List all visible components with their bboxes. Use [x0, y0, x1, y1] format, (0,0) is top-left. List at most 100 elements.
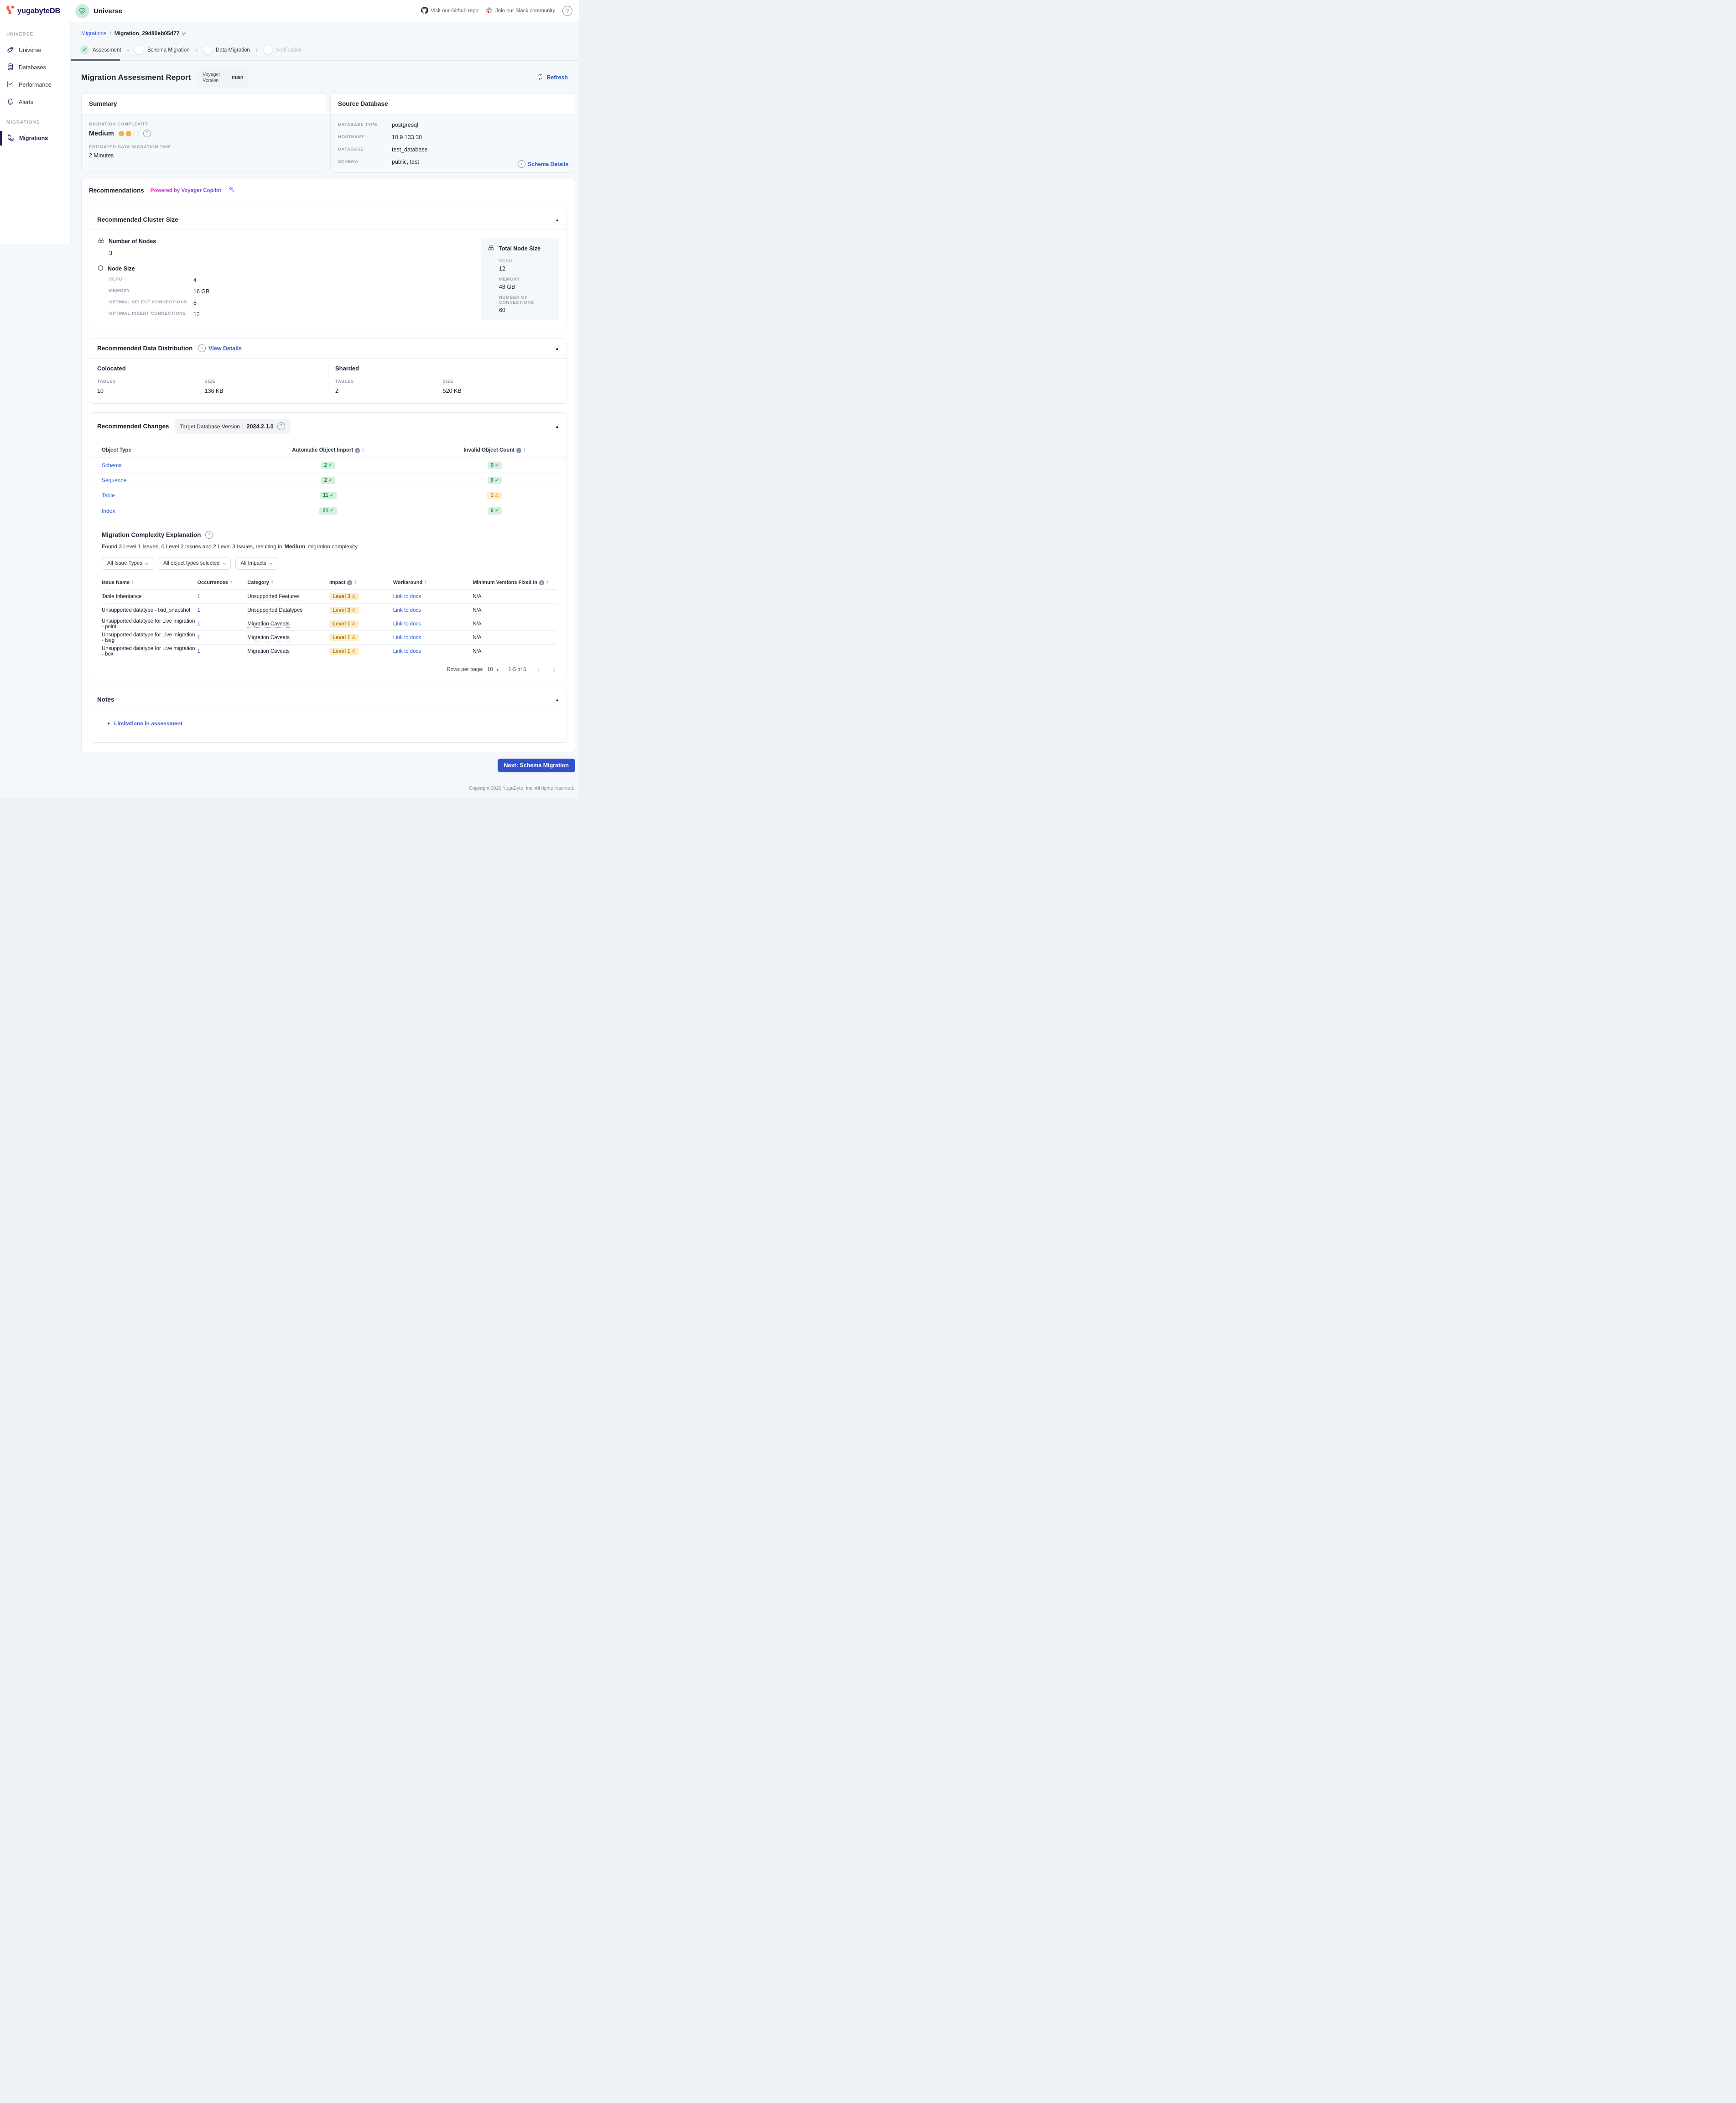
rows-per-page-select[interactable]: 10 ▼ [487, 667, 499, 672]
object-type-link[interactable]: Table [90, 492, 233, 499]
sort-icon[interactable]: ▲▼ [546, 580, 548, 585]
powered-by-voyager-copilot: Powered by Voyager Copilot [151, 188, 221, 193]
workaround-link[interactable]: Link to docs [393, 649, 473, 654]
workaround-link[interactable]: Link to docs [393, 621, 473, 627]
previous-page-icon[interactable]: ‹ [535, 665, 542, 674]
object-type-link[interactable]: Sequence [90, 477, 233, 484]
object-type-link[interactable]: Schema [90, 462, 233, 468]
github-link[interactable]: Visit our Github repo [421, 7, 478, 15]
summary-card: Summary MIGRATION COMPLEXITY Medium ? [81, 93, 326, 173]
sidebar-item-universe[interactable]: Universe [0, 42, 70, 59]
warning-icon: ⚠ [352, 635, 356, 640]
chevron-right-circle-icon: › [518, 160, 525, 168]
object-type-link[interactable]: Index [90, 508, 233, 514]
sidebar-item-migrations[interactable]: Migrations [0, 130, 70, 147]
limitations-link[interactable]: Limitations in assessment [114, 720, 182, 727]
sidebar-item-performance[interactable]: Performance [0, 76, 70, 94]
issue-category[interactable]: Unsupported Datatypes [247, 608, 329, 613]
invalid-count-badge: 0✓ [488, 507, 502, 515]
tables-label: TABLES [97, 379, 205, 384]
complexity-help-icon[interactable]: ? [143, 130, 151, 137]
occurrences-link[interactable]: 1 [198, 649, 248, 654]
page-title: Migration Assessment Report [81, 73, 191, 82]
step-schema-migration[interactable]: Schema Migration [135, 46, 190, 54]
breadcrumb-migrations-link[interactable]: Migrations [81, 30, 106, 36]
step-verification[interactable]: Verification [264, 46, 301, 54]
filter-label: All Issue Types [107, 561, 142, 566]
info-icon[interactable]: i [355, 448, 360, 453]
object-types-filter[interactable]: All object types selected [158, 557, 230, 570]
hostname-label: HOSTNAME [338, 134, 392, 141]
info-icon[interactable]: i [347, 580, 352, 585]
slack-link[interactable]: Join our Slack community [486, 7, 555, 15]
occurrences-link[interactable]: 1 [198, 594, 248, 599]
sort-icon[interactable]: ▲▼ [424, 580, 426, 585]
top-links: Visit our Github repo Join our Slack com… [421, 6, 572, 16]
sort-icon[interactable]: ▲▼ [230, 580, 232, 585]
column-occurrences[interactable]: Occurrences▲▼ [198, 580, 248, 585]
impacts-filter[interactable]: All Impacts [235, 557, 277, 570]
column-issue-name[interactable]: Issue Name▲▼ [102, 580, 198, 585]
column-invalid-object-count[interactable]: Invalid Object Count i ▲▼ [423, 448, 566, 453]
collapse-caret-icon[interactable]: ▲ [555, 346, 559, 351]
sidebar-item-databases[interactable]: Databases [0, 59, 70, 76]
issue-types-filter[interactable]: All Issue Types [102, 557, 153, 570]
sort-icon[interactable]: ▲▼ [271, 580, 273, 585]
target-version-help-icon[interactable]: ? [277, 422, 285, 430]
collapse-caret-icon[interactable]: ▲ [555, 218, 559, 222]
column-min-versions[interactable]: Minimum Versions Fixed Ini▲▼ [473, 580, 557, 585]
min-versions-value: N/A [473, 594, 557, 599]
step-data-migration[interactable]: Data Migration [203, 46, 250, 54]
issue-category[interactable]: Migration Caveats [247, 635, 329, 640]
occurrences-link[interactable]: 1 [198, 635, 248, 640]
table-row: Table 11✓ 1⚠ [90, 488, 566, 503]
refresh-button[interactable]: Refresh [537, 73, 568, 82]
column-automatic-object-import[interactable]: Automatic Object Import i ▲▼ [233, 448, 423, 453]
sort-icon[interactable]: ▲▼ [362, 448, 364, 453]
table-row: Schema 2✓ 0✓ [90, 458, 566, 473]
step-arrow-icon: › [127, 47, 129, 53]
collapse-caret-icon[interactable]: ▲ [555, 424, 559, 429]
pagination-range: 1-5 of 5 [509, 667, 526, 672]
info-icon[interactable]: i [516, 448, 521, 453]
issue-category[interactable]: Unsupported Features [247, 594, 329, 599]
issue-name: Unsupported datatype - txid_snapshot [102, 608, 198, 613]
sort-icon[interactable]: ▲▼ [131, 580, 134, 585]
workaround-link[interactable]: Link to docs [393, 608, 473, 613]
check-icon: ✓ [330, 493, 333, 498]
complexity-explanation-help-icon[interactable]: ? [205, 531, 213, 539]
column-workaround[interactable]: Workaround▲▼ [393, 580, 473, 585]
nodes-icon [487, 244, 495, 253]
schema-details-link[interactable]: › Schema Details [518, 160, 568, 168]
min-versions-value: N/A [473, 649, 557, 654]
issue-row: Unsupported datatype for Live migration … [102, 644, 557, 658]
check-icon: ✓ [330, 508, 333, 513]
info-icon[interactable]: i [539, 580, 544, 585]
sort-icon[interactable]: ▲▼ [354, 580, 356, 585]
workaround-link[interactable]: Link to docs [393, 594, 473, 599]
column-category[interactable]: Category▲▼ [247, 580, 329, 585]
collapse-caret-icon[interactable]: ▲ [555, 698, 559, 702]
view-details-link[interactable]: › View Details [198, 344, 242, 352]
help-icon[interactable]: ? [562, 6, 572, 16]
step-assessment[interactable]: ✓ Assessment [80, 46, 121, 54]
column-impact[interactable]: Impacti▲▼ [329, 580, 393, 585]
migration-stepper: ✓ Assessment › Schema Migration › Data M… [71, 43, 579, 61]
check-icon: ✓ [328, 463, 332, 468]
issue-category[interactable]: Migration Caveats [247, 621, 329, 627]
migration-complexity-label: MIGRATION COMPLEXITY [89, 122, 318, 127]
colocated-title: Colocated [97, 365, 321, 372]
yugabytedb-logo[interactable]: yugabyteDB [0, 0, 71, 22]
next-schema-migration-button[interactable]: Next: Schema Migration [498, 759, 575, 772]
occurrences-link[interactable]: 1 [198, 621, 248, 627]
target-version-value: 2024.2.1.0 [247, 423, 274, 430]
occurrences-link[interactable]: 1 [198, 608, 248, 613]
top-bar: yugabyteDB Universe Visit our Github rep… [0, 0, 579, 22]
sidebar-item-alerts[interactable]: Alerts [0, 94, 70, 111]
step-label: Verification [276, 47, 301, 53]
issue-category[interactable]: Migration Caveats [247, 649, 329, 654]
sort-icon[interactable]: ▲▼ [523, 448, 525, 453]
workaround-link[interactable]: Link to docs [393, 635, 473, 640]
breadcrumb-current-migration[interactable]: Migration_29d80eb05d77 [114, 30, 186, 36]
next-page-icon[interactable]: › [551, 665, 557, 674]
